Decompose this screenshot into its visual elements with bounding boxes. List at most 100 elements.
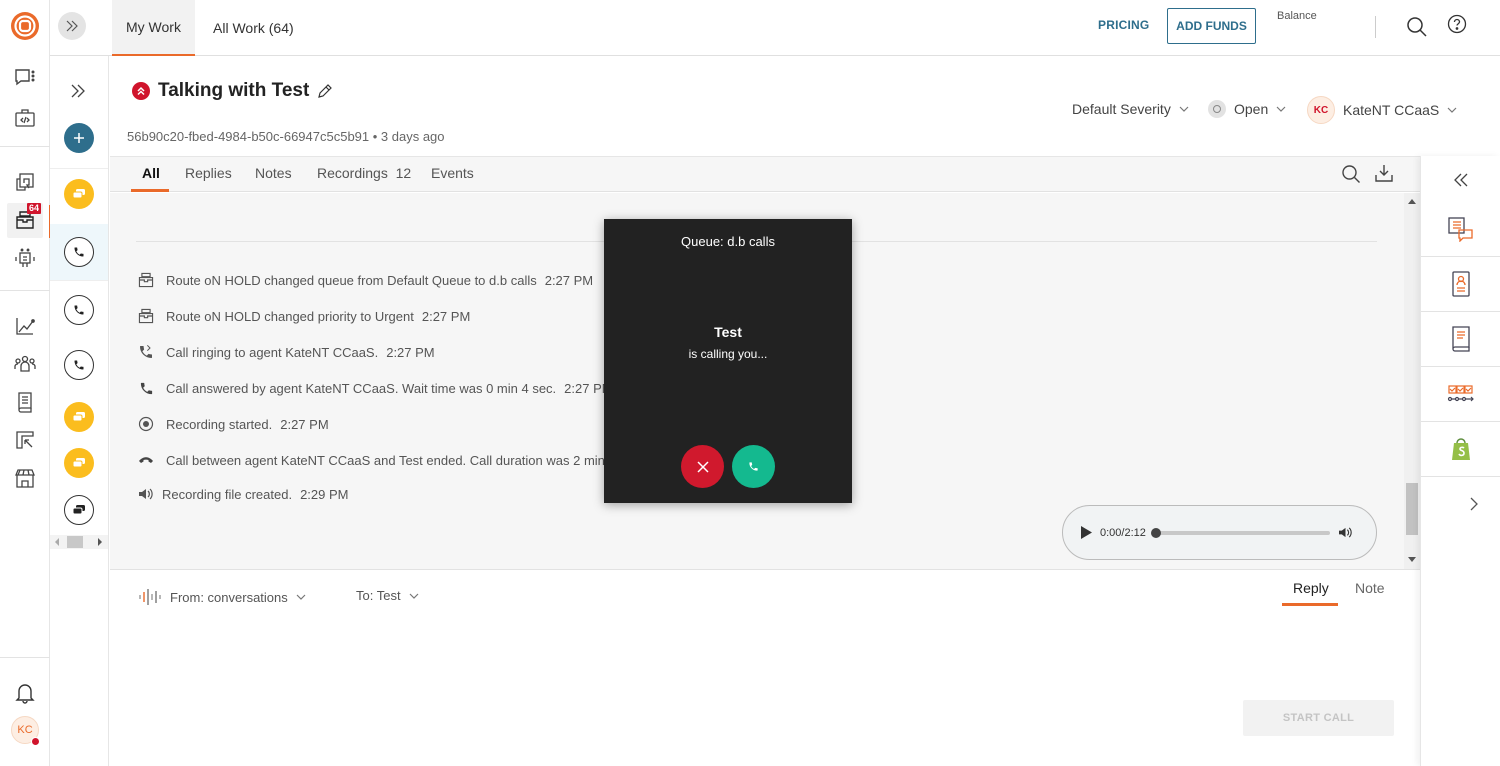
chevron-down-icon — [296, 594, 306, 600]
caller-name: Test — [714, 324, 742, 340]
bot-icon[interactable] — [13, 246, 37, 270]
decline-call-button[interactable] — [681, 445, 724, 488]
panel-divider — [1421, 476, 1500, 477]
right-panel — [1420, 156, 1500, 766]
conversation-item-chat[interactable] — [64, 402, 94, 432]
to-dropdown[interactable]: To: Test — [356, 588, 419, 603]
from-dropdown[interactable]: From: conversations — [138, 588, 306, 606]
help-icon[interactable] — [1447, 14, 1467, 34]
event-text: Recording file created. — [162, 486, 293, 502]
inbox-badge: 64 — [27, 203, 42, 214]
new-conversation-button[interactable] — [64, 123, 94, 153]
audio-time: 0:00/2:12 — [1100, 526, 1146, 539]
scroll-thumb[interactable] — [67, 536, 83, 548]
scroll-right-arrow[interactable] — [98, 538, 102, 546]
conversation-item-call[interactable] — [64, 295, 94, 325]
tab-events[interactable]: Events — [431, 165, 474, 181]
tab-replies[interactable]: Replies — [185, 165, 232, 181]
download-icon[interactable] — [1374, 163, 1394, 183]
scroll-down-arrow[interactable] — [1408, 557, 1416, 562]
list-divider — [50, 168, 108, 169]
store-icon[interactable] — [13, 466, 37, 490]
accept-call-button[interactable] — [732, 445, 775, 488]
team-icon[interactable] — [13, 352, 37, 376]
conversation-id: 56b90c20-fbed-4984-b50c-66947c5c5b91 • 3… — [127, 129, 445, 144]
left-rail: 64 KC — [0, 0, 51, 766]
status-dropdown[interactable]: Open — [1208, 100, 1286, 118]
app-logo[interactable] — [10, 11, 40, 41]
inbox-icon — [136, 270, 156, 290]
expand-sidebar-button[interactable] — [58, 12, 86, 40]
chevron-down-icon — [1447, 107, 1457, 113]
tab-reply[interactable]: Reply — [1293, 580, 1329, 596]
tab-recordings-label: Recordings — [317, 165, 388, 181]
status-open-icon — [1208, 100, 1226, 118]
pricing-link[interactable]: PRICING — [1098, 18, 1149, 32]
scroll-thumb[interactable] — [1406, 483, 1418, 535]
severity-dropdown[interactable]: Default Severity — [1072, 101, 1189, 117]
search-icon[interactable] — [1341, 164, 1361, 184]
event-text: Call ringing to agent KateNT CCaaS. — [166, 344, 379, 360]
event-time: 2:27 PM — [421, 308, 471, 324]
tab-all-work[interactable]: All Work (64) — [199, 0, 308, 56]
close-icon — [696, 460, 709, 473]
record-icon — [136, 414, 156, 434]
tab-my-work[interactable]: My Work — [112, 0, 195, 56]
assignee-dropdown[interactable]: KC KateNT CCaaS — [1307, 96, 1457, 124]
conversation-item-call[interactable] — [64, 237, 94, 267]
tab-all[interactable]: All — [142, 165, 160, 181]
horizontal-scrollbar[interactable] — [50, 535, 108, 549]
tab-note[interactable]: Note — [1355, 580, 1385, 596]
conversation-notes-icon[interactable] — [1421, 201, 1500, 256]
severity-value: Default Severity — [1072, 101, 1171, 117]
event-time: 2:29 PM — [300, 486, 349, 502]
top-bar: My Work All Work (64) PRICING ADD FUNDS … — [50, 0, 1500, 56]
chat-menu-icon[interactable] — [13, 66, 37, 90]
timeline-event: Recording file created. 2:29 PM — [136, 484, 349, 504]
event-text: Route oN HOLD changed priority to Urgent — [166, 308, 414, 324]
knowledge-book-icon[interactable] — [1421, 311, 1500, 366]
conversation-item-chat[interactable] — [64, 495, 94, 525]
tab-recordings[interactable]: Recordings 12 — [317, 165, 411, 181]
play-button[interactable] — [1081, 526, 1092, 539]
scroll-up-arrow[interactable] — [1408, 199, 1416, 204]
timeline-scrollbar[interactable] — [1404, 193, 1420, 569]
collapse-list-icon[interactable] — [69, 82, 87, 100]
event-time: 2:27 PM — [280, 416, 329, 432]
scroll-left-arrow[interactable] — [55, 538, 59, 546]
edit-title-icon[interactable] — [316, 83, 333, 100]
tab-notes[interactable]: Notes — [255, 165, 292, 181]
contact-card-icon[interactable] — [1421, 256, 1500, 311]
shopify-icon[interactable] — [1421, 421, 1500, 476]
timeline-event: Route oN HOLD changed queue from Default… — [136, 270, 593, 290]
add-funds-button[interactable]: ADD FUNDS — [1167, 8, 1256, 44]
timeline-event: Recording started. 2:27 PM — [136, 414, 329, 434]
rail-divider — [0, 657, 50, 658]
analytics-icon[interactable] — [13, 314, 37, 338]
chevron-right-icon[interactable] — [1469, 496, 1479, 512]
collapse-panel-icon[interactable] — [1453, 172, 1469, 188]
composer-divider — [110, 569, 1420, 570]
layout-cursor-icon[interactable] — [13, 428, 37, 452]
event-time: 2:27 PM — [386, 344, 435, 360]
timeline-event: Call ringing to agent KateNT CCaaS. 2:27 … — [136, 342, 435, 362]
speaker-icon — [136, 484, 156, 504]
developer-briefcase-icon[interactable] — [13, 106, 37, 130]
conversation-item-chat[interactable] — [64, 448, 94, 478]
copy-chat-icon[interactable] — [13, 171, 37, 195]
audio-seek-handle[interactable] — [1150, 527, 1161, 538]
calling-message: is calling you... — [688, 347, 768, 361]
phone-icon — [136, 378, 156, 398]
voice-wave-icon — [139, 589, 161, 605]
journey-flow-icon[interactable] — [1421, 366, 1500, 421]
search-icon[interactable] — [1406, 16, 1428, 38]
volume-icon[interactable] — [1338, 526, 1353, 539]
start-call-button[interactable]: START CALL — [1243, 700, 1394, 736]
conversation-item-call[interactable] — [64, 350, 94, 380]
topbar-divider — [1375, 16, 1376, 38]
audio-seek-bar[interactable] — [1150, 527, 1330, 538]
event-text: Recording started. — [166, 416, 273, 432]
book-icon[interactable] — [13, 390, 37, 414]
bell-icon[interactable] — [13, 681, 37, 705]
conversation-item-chat[interactable] — [64, 179, 94, 209]
